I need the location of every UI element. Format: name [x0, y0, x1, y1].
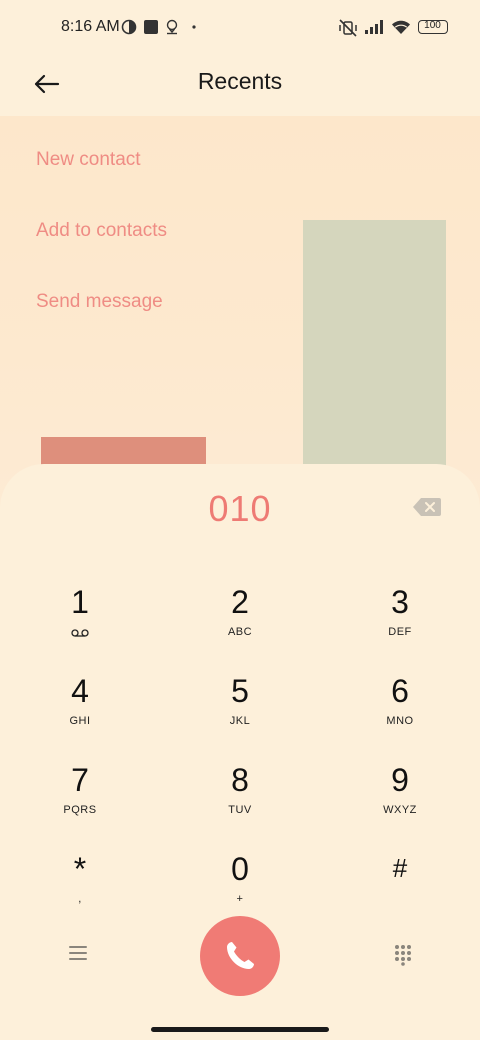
square-notification-icon	[144, 20, 158, 34]
key-6[interactable]: 6 MNO	[320, 661, 480, 745]
key-digit: #	[392, 853, 408, 883]
menu-icon[interactable]	[68, 944, 88, 962]
key-letters: JKL	[229, 715, 251, 727]
key-4[interactable]: 4 GHI	[0, 661, 160, 745]
key-letters: ,	[78, 893, 82, 905]
decorative-green-block	[303, 220, 446, 480]
key-digit: 2	[231, 584, 249, 620]
voicemail-icon	[71, 629, 89, 637]
key-letters: GHI	[69, 715, 91, 727]
page-title: Recents	[197, 68, 283, 94]
key-letters: WXYZ	[383, 804, 417, 816]
key-digit: 3	[391, 584, 409, 620]
key-hash[interactable]: #	[320, 839, 480, 923]
home-indicator[interactable]	[151, 1027, 329, 1032]
dot-icon	[192, 25, 196, 29]
key-letters: DEF	[388, 626, 412, 638]
app-bar: Recents	[0, 56, 480, 116]
key-0[interactable]: 0 +	[160, 839, 320, 923]
status-time: 8:16 AM	[61, 18, 120, 35]
key-letters: TUV	[228, 804, 252, 816]
wifi-icon	[392, 20, 410, 34]
key-letters: ABC	[227, 626, 253, 638]
key-digit: 9	[391, 762, 409, 798]
key-8[interactable]: 8 TUV	[160, 750, 320, 834]
battery-level: 100	[424, 20, 441, 31]
key-3[interactable]: 3 DEF	[320, 572, 480, 656]
dialed-number: 010	[208, 488, 272, 529]
key-digit: 0	[231, 851, 249, 887]
key-digit: *	[73, 851, 87, 887]
key-5[interactable]: 5 JKL	[160, 661, 320, 745]
key-letters: PQRS	[63, 804, 97, 816]
key-digit: 4	[71, 673, 89, 709]
key-digit: 5	[231, 673, 249, 709]
send-message-link[interactable]: Send message	[36, 291, 163, 313]
key-digit: 1	[71, 584, 89, 620]
dialpad-panel: 010 1 2 ABC 3 DEF 4 GHI 5 JKL 6 MNO 7 PQ…	[0, 464, 480, 1020]
backspace-icon[interactable]	[412, 496, 442, 518]
battery-icon: 100	[418, 20, 448, 34]
key-letters: +	[236, 893, 244, 905]
key-1[interactable]: 1	[0, 572, 160, 656]
status-bar: 8:16 AM 100	[0, 0, 480, 56]
key-letters: MNO	[386, 715, 414, 727]
key-digit: 8	[231, 762, 249, 798]
key-9[interactable]: 9 WXYZ	[320, 750, 480, 834]
call-button[interactable]	[200, 916, 280, 996]
key-2[interactable]: 2 ABC	[160, 572, 320, 656]
navigation-bar	[0, 1020, 480, 1040]
new-contact-link[interactable]: New contact	[36, 149, 141, 171]
key-star[interactable]: * ,	[0, 839, 160, 923]
signal-icon	[365, 20, 383, 34]
phone-icon	[227, 942, 254, 969]
contrast-icon	[121, 19, 137, 35]
location-pin-icon	[166, 19, 178, 35]
vibrate-off-icon	[339, 19, 357, 37]
recents-content: New contact Add to contacts Send message	[0, 116, 480, 516]
add-to-contacts-link[interactable]: Add to contacts	[36, 220, 167, 242]
key-digit: 6	[391, 673, 409, 709]
key-digit: 7	[71, 762, 89, 798]
dialpad-icon[interactable]	[393, 944, 413, 966]
key-7[interactable]: 7 PQRS	[0, 750, 160, 834]
